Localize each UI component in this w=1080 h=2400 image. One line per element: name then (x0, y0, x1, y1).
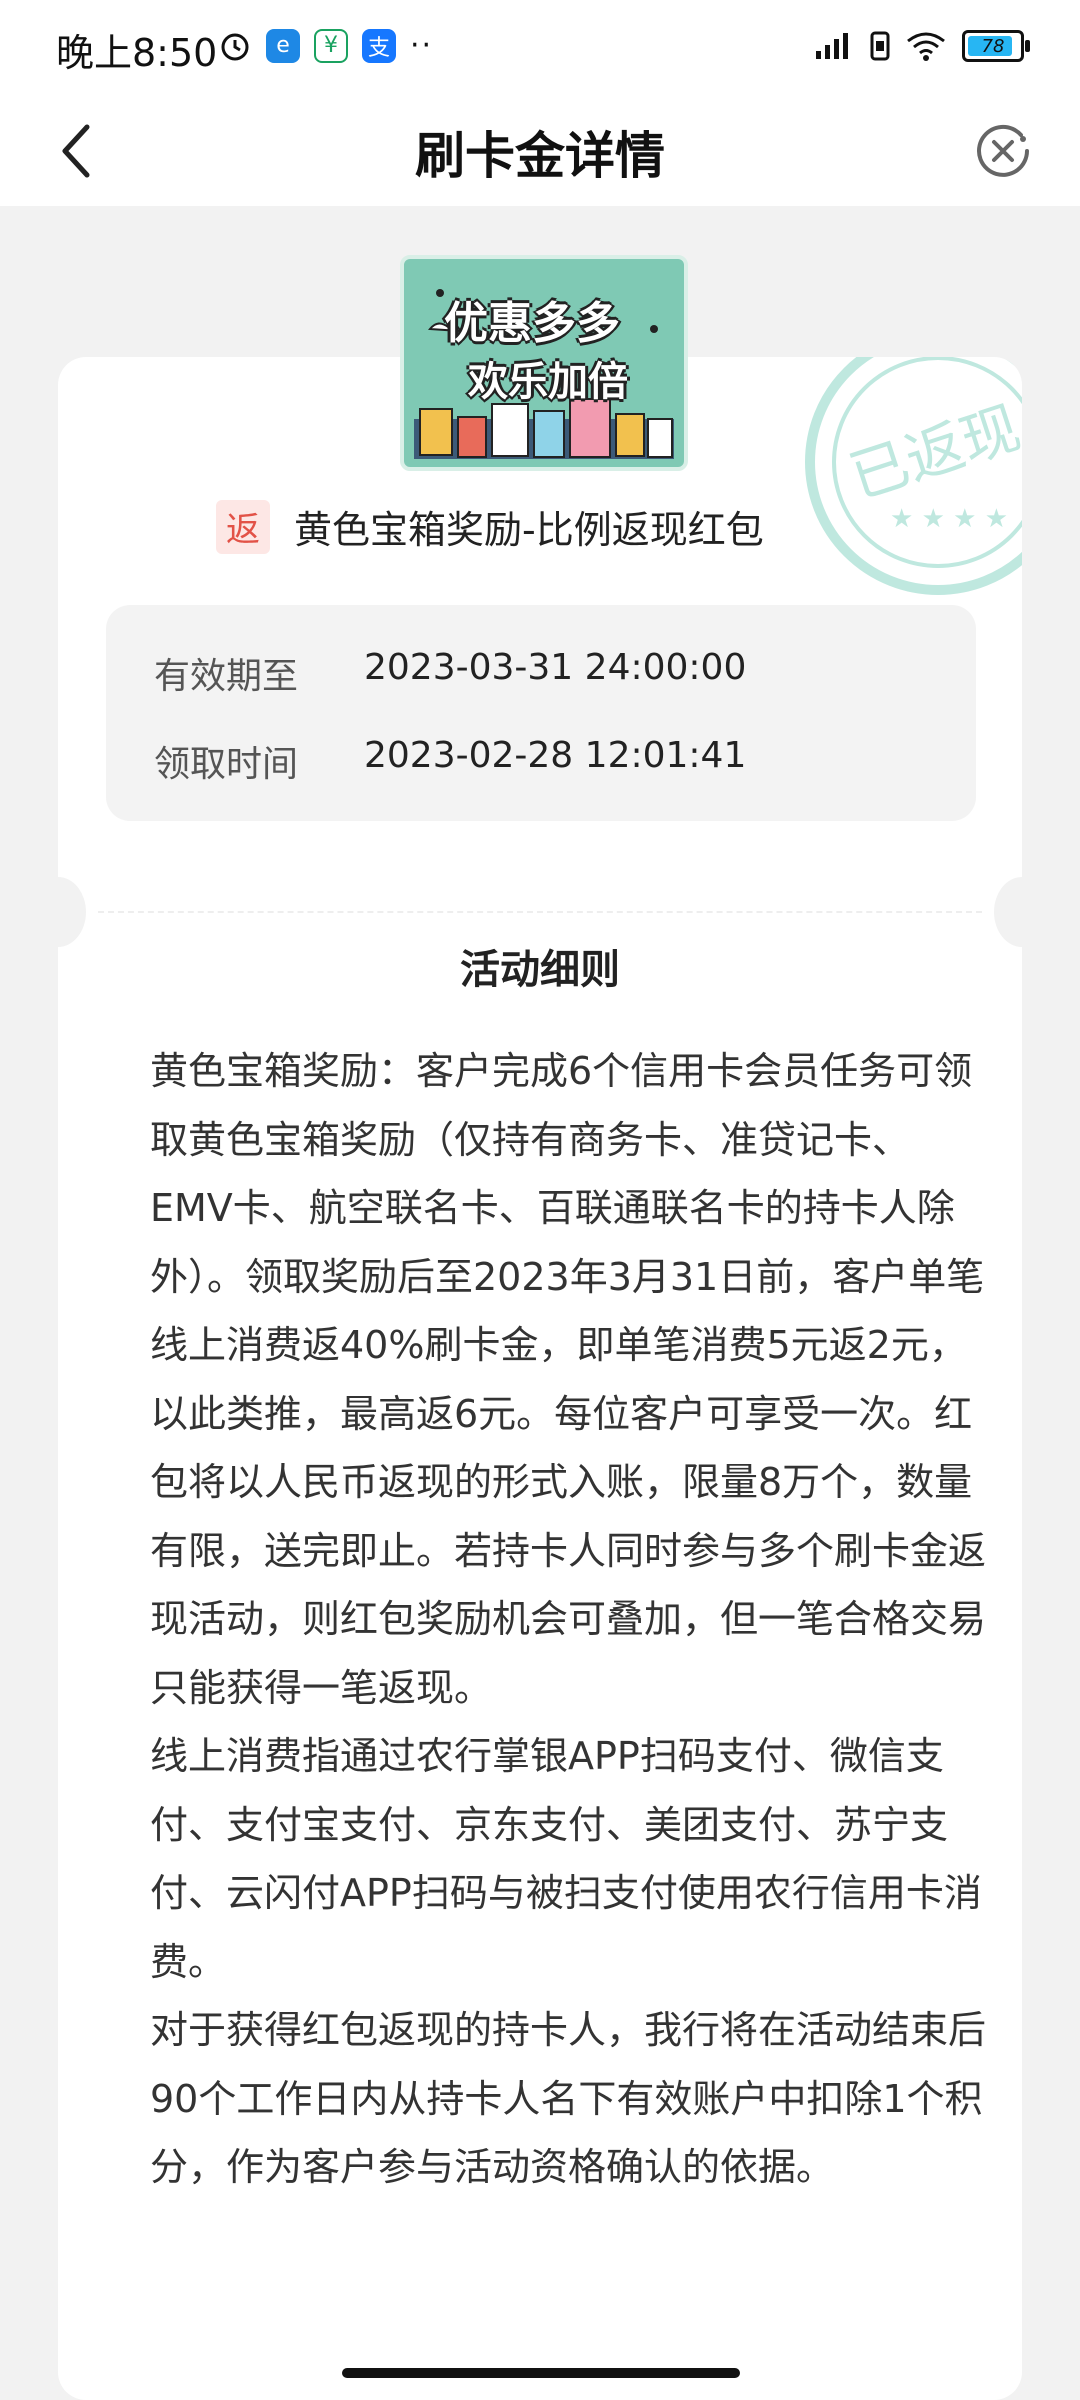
alarm-icon (221, 33, 249, 60)
rules-paragraph: 线上消费指通过农行掌银APP扫码支付、微信支付、支付宝支付、京东支付、美团支付、… (150, 1734, 982, 1984)
banner-text-line2: 欢乐加倍 (468, 359, 628, 405)
home-indicator[interactable] (342, 2368, 740, 2378)
more-dots-icon: ·· (410, 28, 434, 63)
rules-paragraph: 对于获得红包返现的持卡人，我行将在活动结束后90个工作日内从持卡人名下有效账户中… (150, 2008, 987, 2189)
status-bar: 晚上8:50 e ¥ 支 ·· 78 (0, 0, 1080, 96)
close-circle-icon (977, 124, 1029, 177)
status-left-icons: e ¥ 支 ·· (218, 28, 433, 63)
status-time: 晚上8:50 (56, 31, 218, 75)
promo-banner-image: 优惠多多 欢乐加倍 (400, 255, 688, 471)
wechat-pay-icon: ¥ (314, 28, 348, 63)
alipay-icon: 支 (362, 28, 396, 63)
valid-until-label: 有效期至 (154, 656, 299, 697)
received-time-label: 领取时间 (154, 744, 299, 785)
validity-info-box: 有效期至 2023-03-31 24:00:00 领取时间 2023-02-28… (106, 605, 976, 821)
stamp-text: 已返现 (842, 393, 1022, 511)
banner-text-line1: 优惠多多 (444, 298, 620, 349)
battery-percent: 78 (981, 35, 1005, 57)
valid-until-value: 2023-03-31 24:00:00 (364, 647, 747, 688)
wifi-icon (907, 32, 945, 61)
rules-body: 黄色宝箱奖励：客户完成6个信用卡会员任务可领取黄色宝箱奖励（仅持有商务卡、准贷记… (150, 1037, 990, 2202)
rules-title: 活动细则 (460, 947, 620, 993)
sim-icon (870, 31, 890, 61)
cashback-tag: 返 (216, 499, 270, 554)
coupon-detail-card: 已返现 ★ ★ ★ ★ 返 黄色宝箱奖励-比例返现红包 有效期至 2023-03… (58, 357, 1022, 2400)
cellular-signal-icon (816, 33, 848, 59)
status-right-icons: 78 (814, 30, 1030, 62)
page-title: 刷卡金详情 (415, 127, 665, 185)
received-time-row: 领取时间 2023-02-28 12:01:41 (154, 735, 746, 787)
valid-until-row: 有效期至 2023-03-31 24:00:00 (154, 647, 746, 699)
battery-icon: 78 (962, 30, 1030, 62)
nav-bar: 刷卡金详情 (0, 96, 1080, 206)
rules-paragraph: 黄色宝箱奖励：客户完成6个信用卡会员任务可领取黄色宝箱奖励（仅持有商务卡、准贷记… (150, 1049, 987, 1710)
coupon-name: 黄色宝箱奖励-比例返现红包 (294, 508, 764, 552)
returned-stamp: 已返现 ★ ★ ★ ★ (805, 357, 1022, 595)
stamp-stars: ★ ★ ★ ★ (890, 504, 1008, 534)
ticket-divider (98, 911, 982, 913)
received-time-value: 2023-02-28 12:01:41 (364, 735, 747, 776)
close-button[interactable] (966, 114, 1040, 188)
coupon-title-row: 返 黄色宝箱奖励-比例返现红包 (216, 499, 764, 554)
browser-app-icon: e (266, 28, 300, 63)
